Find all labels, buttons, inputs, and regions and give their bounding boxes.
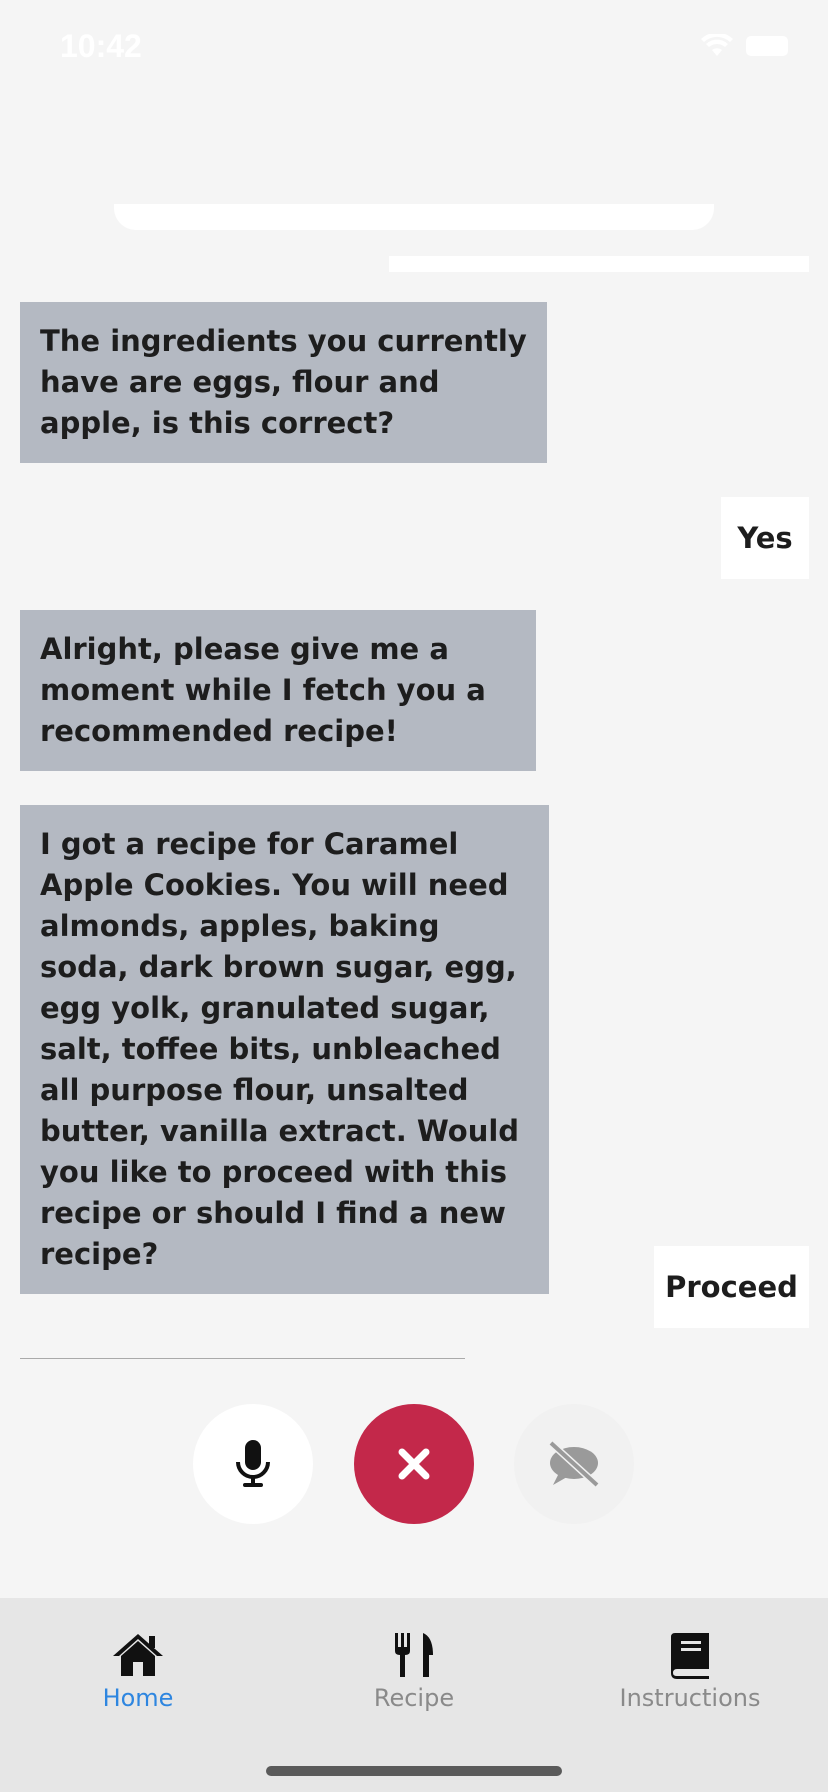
- tab-label: Recipe: [373, 1684, 455, 1712]
- bot-message: I got a recipe for Caramel Apple Cookies…: [20, 805, 549, 1294]
- close-button[interactable]: [354, 1404, 474, 1524]
- bot-message: The ingredients you currently have are e…: [20, 302, 547, 463]
- speech-off-icon: [548, 1440, 600, 1488]
- tab-label: Home: [102, 1684, 174, 1712]
- user-message: Yes: [721, 497, 809, 579]
- tab-instructions[interactable]: Instructions: [580, 1630, 800, 1712]
- tab-bar: Home Recipe Instructions: [0, 1598, 828, 1792]
- microphone-button[interactable]: [193, 1404, 313, 1524]
- message-text: Proceed: [665, 1270, 798, 1304]
- message-text: Alright, please give me a moment while I…: [40, 632, 486, 748]
- status-time: 10:42: [60, 28, 142, 64]
- mute-speech-button[interactable]: [514, 1404, 634, 1524]
- battery-icon: [746, 36, 788, 56]
- faded-message-top-2: [389, 256, 809, 272]
- microphone-icon: [236, 1440, 270, 1487]
- bot-message: Alright, please give me a moment while I…: [20, 610, 536, 771]
- utensils-icon: [395, 1633, 433, 1677]
- tab-label: Instructions: [619, 1684, 761, 1712]
- tab-home[interactable]: Home: [28, 1630, 248, 1712]
- tab-recipe[interactable]: Recipe: [304, 1630, 524, 1712]
- message-text: The ingredients you currently have are e…: [40, 324, 527, 440]
- home-icon: [113, 1634, 163, 1676]
- book-icon: [671, 1633, 709, 1679]
- close-icon: [398, 1448, 430, 1480]
- message-text: Yes: [737, 521, 793, 555]
- user-message: Proceed: [654, 1246, 809, 1328]
- divider: [20, 1358, 465, 1359]
- faded-message-top: [114, 204, 714, 230]
- home-indicator: [266, 1766, 562, 1776]
- status-icons: [700, 34, 788, 58]
- wifi-icon: [701, 34, 733, 56]
- message-text: I got a recipe for Caramel Apple Cookies…: [40, 827, 520, 1271]
